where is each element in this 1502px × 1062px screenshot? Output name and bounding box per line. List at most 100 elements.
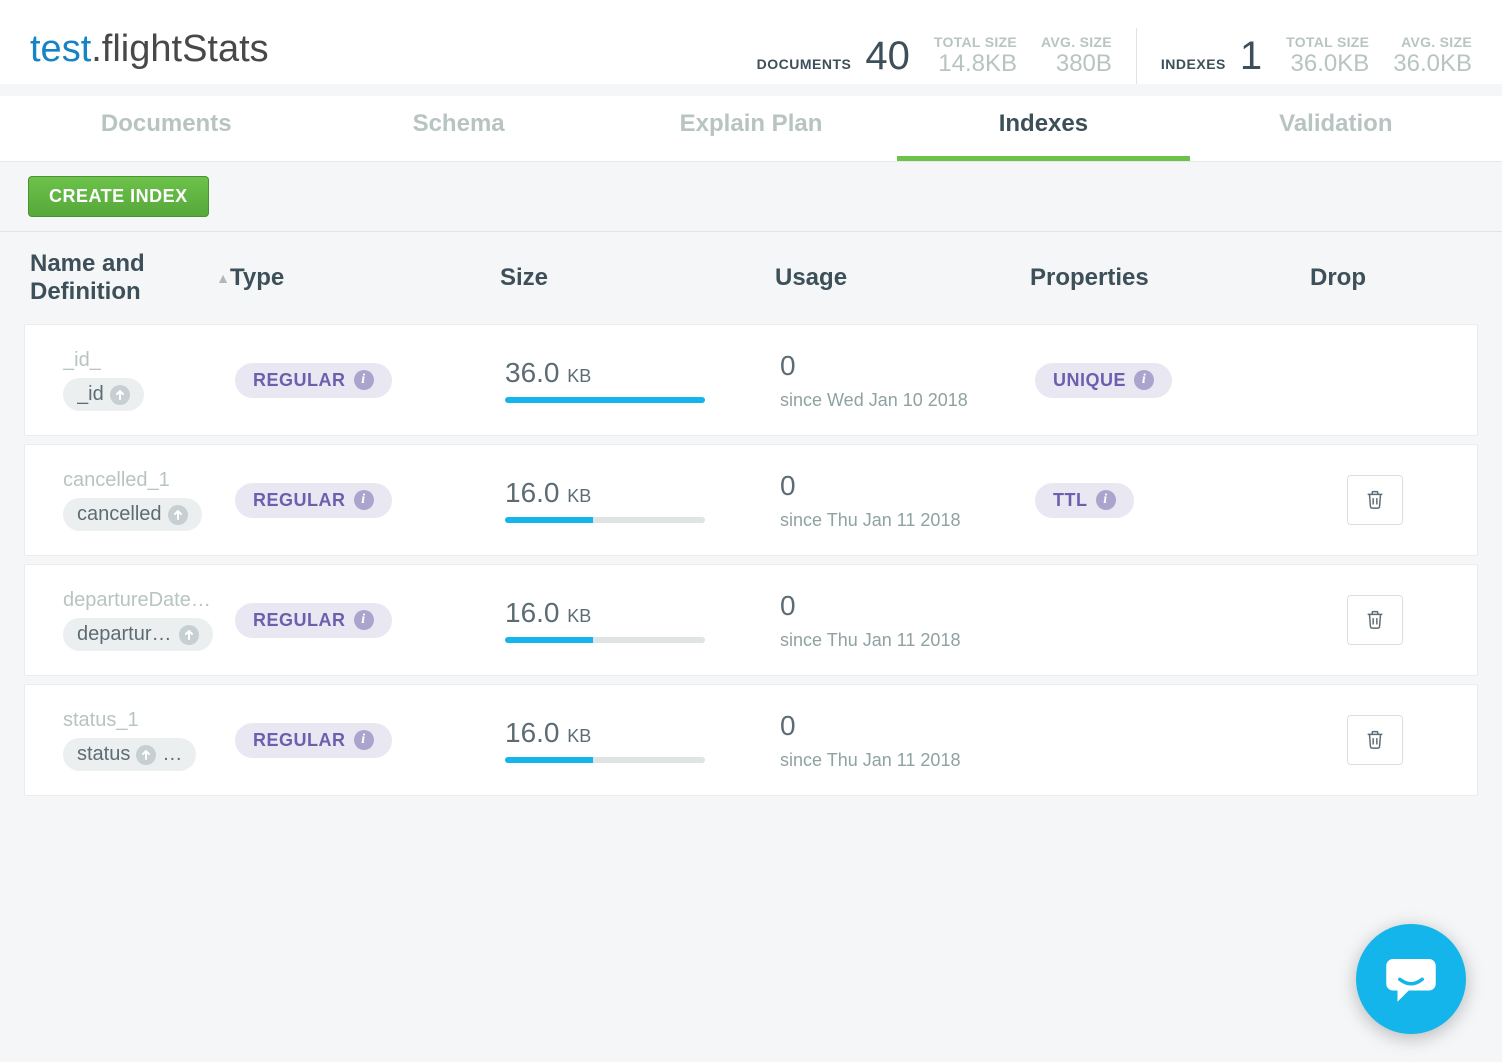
doc-avg-size-value: 380B [1041, 50, 1112, 78]
usage-count: 0 [780, 590, 1035, 622]
stats-group: DOCUMENTS 40 TOTAL SIZE 14.8KB AVG. SIZE… [757, 28, 1472, 84]
property-badge: UNIQUE i [1035, 363, 1172, 398]
indexes-label: INDEXES [1161, 56, 1226, 72]
idx-avg-size: AVG. SIZE 36.0KB [1393, 34, 1472, 78]
idx-total-size-value: 36.0KB [1286, 50, 1369, 78]
tab-documents[interactable]: Documents [20, 96, 312, 161]
trash-icon [1364, 487, 1386, 514]
field-name: _id [77, 383, 104, 406]
indexes-count: 1 [1240, 34, 1262, 79]
indexes-rows: _id__idREGULARi36.0 KB0since Wed Jan 10 … [0, 324, 1502, 844]
type-badge: REGULAR i [235, 723, 392, 758]
chat-icon [1384, 952, 1438, 1007]
usage-cell: 0 since Thu Jan 11 2018 [780, 710, 1035, 771]
idx-total-size: TOTAL SIZE 36.0KB [1286, 34, 1369, 78]
namespace-title: test.flightStats [30, 28, 269, 71]
coll-name: .flightStats [91, 28, 268, 70]
col-header-type[interactable]: Type [230, 264, 500, 292]
properties-cell: UNIQUE i [1035, 363, 1315, 398]
usage-count: 0 [780, 710, 1035, 742]
tab-indexes[interactable]: Indexes [897, 96, 1189, 161]
info-icon[interactable]: i [1134, 370, 1154, 390]
type-badge: REGULARi [235, 363, 392, 398]
index-name: departureDate… [63, 589, 223, 612]
type-label: REGULAR [253, 610, 346, 631]
indexes-table-header: Name and Definition ▲ Type Size Usage Pr… [0, 232, 1502, 324]
db-name: test [30, 28, 91, 70]
indexes-count-block: INDEXES 1 [1161, 34, 1262, 79]
index-name: cancelled_1 [63, 469, 223, 492]
size-bar [505, 757, 705, 763]
field-name: departure.. [77, 623, 173, 646]
doc-total-size-label: TOTAL SIZE [934, 34, 1017, 50]
usage-since: since Wed Jan 10 2018 [780, 390, 1035, 411]
trash-icon [1364, 727, 1386, 754]
usage-cell: 0 since Thu Jan 11 2018 [780, 590, 1035, 651]
size-bar-fill [505, 637, 593, 643]
col-header-usage[interactable]: Usage [775, 264, 1030, 292]
col-header-name-label: Name and Definition [30, 250, 210, 306]
col-header-size[interactable]: Size [500, 264, 775, 292]
drop-index-button[interactable] [1347, 475, 1403, 525]
index-name: _id_ [63, 349, 223, 372]
size-cell: 16.0 KB [505, 477, 780, 523]
size-value: 16.0 KB [505, 597, 780, 629]
col-header-name[interactable]: Name and Definition ▲ [30, 250, 230, 306]
sort-direction-icon [179, 625, 199, 645]
size-bar [505, 637, 705, 643]
sort-direction-icon [110, 385, 130, 405]
index-row: cancelled_1cancelledREGULARi16.0 KB0sinc… [24, 444, 1478, 556]
properties-cell: TTLi [1035, 483, 1315, 518]
trash-icon [1364, 607, 1386, 634]
property-badge: TTLi [1035, 483, 1134, 518]
usage-since: since Thu Jan 11 2018 [780, 750, 1035, 771]
usage-since: since Thu Jan 11 2018 [780, 630, 1035, 651]
info-icon[interactable]: i [354, 490, 374, 510]
tab-explain-plan[interactable]: Explain Plan [605, 96, 897, 161]
info-icon[interactable]: i [1096, 490, 1116, 510]
property-label: UNIQUE [1053, 370, 1126, 391]
name-cell: _id_ _id [35, 349, 235, 411]
field-pill: _id [63, 378, 144, 411]
size-value: 16.0 KB [505, 477, 780, 509]
info-icon[interactable]: i [354, 370, 374, 390]
usage-count: 0 [780, 350, 1035, 382]
collection-header: test.flightStats DOCUMENTS 40 TOTAL SIZE… [0, 0, 1502, 84]
chat-button[interactable] [1356, 924, 1466, 1034]
sort-asc-icon: ▲ [216, 270, 230, 286]
documents-count-block: DOCUMENTS 40 [757, 34, 910, 79]
index-row: departureDate… departure.. REGULAR i 16.0 KB… [24, 564, 1478, 676]
info-icon[interactable]: i [354, 610, 374, 630]
usage-cell: 0 since Wed Jan 10 2018 [780, 350, 1035, 411]
name-cell: status_1 status… [35, 709, 235, 771]
index-name: status_1 [63, 709, 223, 732]
doc-total-size-value: 14.8KB [934, 50, 1017, 78]
type-cell: REGULAR i [235, 483, 505, 518]
size-value: 36.0 KB [505, 357, 780, 389]
type-label: REGULAR [253, 730, 346, 751]
tab-schema[interactable]: Schema [312, 96, 604, 161]
col-header-properties[interactable]: Properties [1030, 264, 1310, 292]
idx-avg-size-value: 36.0KB [1393, 50, 1472, 78]
usage-cell: 0since Thu Jan 11 2018 [780, 470, 1035, 531]
drop-index-button[interactable] [1347, 715, 1403, 765]
sort-direction-icon [168, 505, 188, 525]
stats-divider [1136, 28, 1137, 84]
size-cell: 16.0 KB [505, 597, 780, 643]
size-bar-fill [505, 757, 593, 763]
tab-validation[interactable]: Validation [1190, 96, 1482, 161]
create-index-button[interactable]: CREATE INDEX [28, 176, 209, 217]
drop-index-button[interactable] [1347, 595, 1403, 645]
documents-count: 40 [865, 34, 910, 79]
drop-cell [1315, 475, 1435, 525]
size-cell: 16.0 KB [505, 717, 780, 763]
field-pill: status… [63, 738, 196, 771]
tab-bar: Documents Schema Explain Plan Indexes Va… [0, 96, 1502, 162]
indexes-toolbar: CREATE INDEX [0, 162, 1502, 232]
info-icon[interactable]: i [354, 730, 374, 750]
size-bar-fill [505, 517, 593, 523]
usage-count: 0 [780, 470, 1035, 502]
field-suffix: … [162, 743, 182, 766]
documents-label: DOCUMENTS [757, 56, 852, 72]
type-label: REGULAR [253, 490, 346, 511]
